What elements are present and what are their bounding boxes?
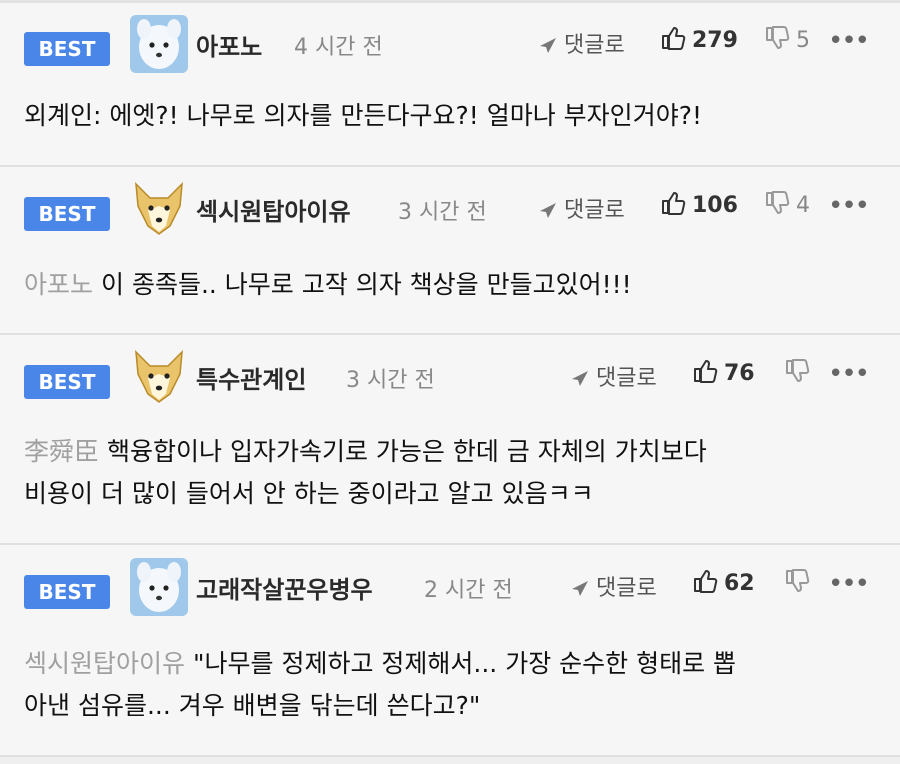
comment-text: 외계인: 에엣?! 나무로 의자를 만든다구요?! 얼마나 부자인거야?! (24, 95, 876, 137)
comment-body: "나무를 정제하고 정제해서... 가장 순수한 형태로 뽑 (193, 649, 737, 678)
timestamp: 3 시간 전 (398, 200, 487, 225)
comment-meta: BEST 고래작살꾼우병우 2 시간 전 댓글로 62 ••• (24, 558, 876, 618)
comment-item: BEST 섹시원탑아이유 3 시간 전 댓글로 106 4 ••• 아포노 이 종… (0, 167, 900, 335)
more-options-icon[interactable]: ••• (828, 361, 870, 387)
comment-item: BEST 아포노 4 시간 전 댓글로 279 5 ••• 외계인: 에엣?! … (0, 3, 900, 167)
shiba-dog-avatar-icon[interactable] (130, 180, 188, 238)
best-badge: BEST (24, 575, 110, 609)
reply-label: 댓글로 (564, 33, 625, 58)
thumbs-up-icon (694, 360, 718, 383)
dislike-count: 4 (796, 193, 810, 218)
reply-button[interactable]: 댓글로 (570, 570, 657, 602)
dislike-button[interactable] (784, 358, 816, 386)
bottom-divider (0, 757, 900, 764)
more-options-icon[interactable]: ••• (828, 571, 870, 597)
best-badge: BEST (24, 365, 110, 399)
mention[interactable]: 섹시원탑아이유 (24, 649, 185, 678)
comment-text: 섹시원탑아이유 "나무를 정제하고 정제해서... 가장 순수한 형태로 뽑 아낸… (24, 643, 876, 727)
dislike-button[interactable]: 5 (764, 25, 810, 53)
comment-body: 핵융합이나 입자가속기로 가능은 한데 금 자체의 가치보다 (107, 437, 707, 466)
comment-meta: BEST 아포노 4 시간 전 댓글로 279 5 ••• (24, 15, 876, 75)
nickname[interactable]: 고래작살꾼우병우 (196, 570, 373, 605)
comment-meta: BEST 특수관계인 3 시간 전 댓글로 76 ••• (24, 348, 876, 408)
white-dog-avatar-icon[interactable] (130, 15, 188, 73)
reply-label: 댓글로 (596, 366, 657, 391)
comment-meta: BEST 섹시원탑아이유 3 시간 전 댓글로 106 4 ••• (24, 180, 876, 240)
shiba-dog-avatar-icon[interactable] (130, 348, 188, 406)
comment-body-line2: 아낸 섬유를... 겨우 배변을 닦는데 쓴다고?" (24, 691, 481, 720)
thumbs-down-icon (786, 569, 810, 592)
like-count: 106 (692, 193, 738, 218)
like-count: 76 (724, 361, 755, 386)
thumbs-up-icon (662, 27, 686, 50)
reply-label: 댓글로 (596, 576, 657, 601)
comment-text: 아포노 이 종족들.. 나무로 고작 의자 책상을 만들고있어!!! (24, 264, 876, 306)
more-options-icon[interactable]: ••• (828, 28, 870, 54)
reply-arrow-icon (572, 581, 588, 596)
timestamp: 4 시간 전 (294, 35, 383, 60)
like-count: 279 (692, 28, 738, 53)
reply-label: 댓글로 (564, 198, 625, 223)
thumbs-up-icon (662, 192, 686, 215)
comment-body: 이 종족들.. 나무로 고작 의자 책상을 만들고있어!!! (101, 270, 632, 299)
like-button[interactable]: 76 (692, 358, 755, 386)
nickname[interactable]: 섹시원탑아이유 (196, 192, 351, 227)
like-button[interactable]: 106 (660, 190, 738, 218)
like-button[interactable]: 62 (692, 568, 755, 596)
comment-item: BEST 특수관계인 3 시간 전 댓글로 76 ••• 李舜臣 핵융합이나 입자… (0, 335, 900, 545)
reply-button[interactable]: 댓글로 (538, 27, 625, 59)
best-badge: BEST (24, 197, 110, 231)
white-dog-avatar-icon[interactable] (130, 558, 188, 616)
reply-button[interactable]: 댓글로 (538, 192, 625, 224)
mention[interactable]: 아포노 (24, 270, 93, 299)
thumbs-down-icon (766, 26, 790, 49)
reply-button[interactable]: 댓글로 (570, 360, 657, 392)
comment-item: BEST 고래작살꾼우병우 2 시간 전 댓글로 62 ••• 섹시원탑아이유 "… (0, 545, 900, 757)
timestamp: 2 시간 전 (424, 578, 513, 603)
nickname[interactable]: 특수관계인 (196, 360, 306, 395)
dislike-count: 5 (796, 28, 810, 53)
thumbs-down-icon (766, 191, 790, 214)
like-count: 62 (724, 571, 755, 596)
thumbs-up-icon (694, 570, 718, 593)
thumbs-down-icon (786, 359, 810, 382)
timestamp: 3 시간 전 (346, 368, 435, 393)
comment-body: 외계인: 에엣?! 나무로 의자를 만든다구요?! 얼마나 부자인거야?! (24, 101, 702, 130)
mention[interactable]: 李舜臣 (24, 437, 99, 466)
best-badge: BEST (24, 32, 110, 66)
dislike-button[interactable] (784, 568, 816, 596)
comment-text: 李舜臣 핵융합이나 입자가속기로 가능은 한데 금 자체의 가치보다 비용이 더 … (24, 431, 876, 515)
nickname[interactable]: 아포노 (196, 27, 262, 62)
dislike-button[interactable]: 4 (764, 190, 810, 218)
like-button[interactable]: 279 (660, 25, 738, 53)
reply-arrow-icon (540, 203, 556, 218)
reply-arrow-icon (572, 371, 588, 386)
reply-arrow-icon (540, 38, 556, 53)
comment-body-line2: 비용이 더 많이 들어서 안 하는 중이라고 알고 있음ㅋㅋ (24, 479, 594, 508)
more-options-icon[interactable]: ••• (828, 193, 870, 219)
